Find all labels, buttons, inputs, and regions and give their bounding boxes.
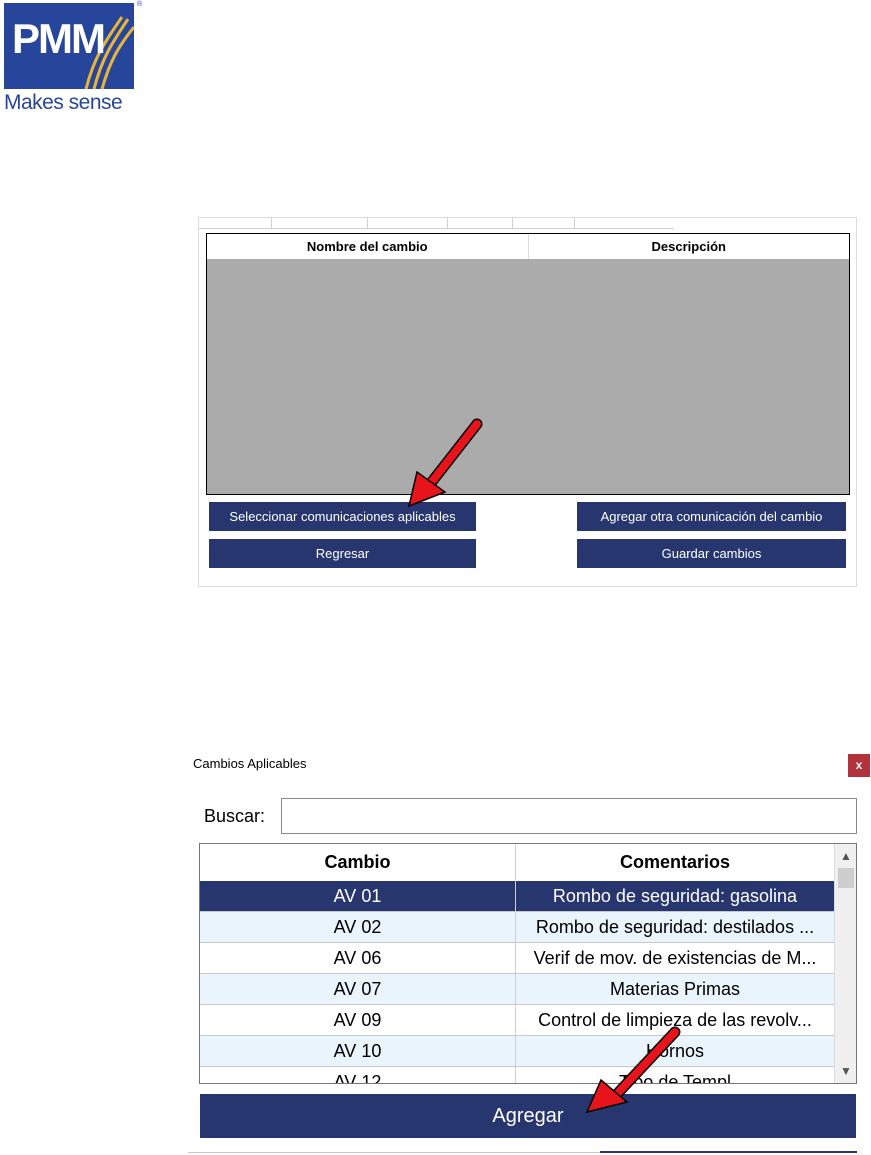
cell-cambio: AV 02	[200, 912, 516, 942]
column-header-descripcion[interactable]: Descripción	[529, 234, 850, 259]
scroll-thumb[interactable]	[838, 868, 854, 888]
table-row[interactable]: AV 06 Verif de mov. de existencias de M.…	[200, 943, 834, 974]
column-header-cambio[interactable]: Cambio	[200, 844, 516, 881]
divider	[188, 1152, 600, 1153]
close-icon[interactable]: x	[848, 754, 870, 777]
logo-box: PMM	[4, 3, 134, 89]
logo-registered-mark: ®	[137, 1, 143, 8]
add-other-communication-button[interactable]: Agregar otra comunicación del cambio	[577, 502, 846, 531]
changes-table: Nombre del cambio Descripción	[206, 233, 850, 495]
cell-comentarios: Materias Primas	[609, 979, 741, 999]
scroll-up-icon[interactable]: ▲	[835, 846, 856, 866]
column-header-nombre[interactable]: Nombre del cambio	[207, 234, 529, 259]
cell-cambio: AV 12	[200, 1067, 516, 1083]
logo-brand-text: PMM	[12, 15, 106, 62]
cell-comentarios: Rombo de seguridad: destilados ...	[535, 917, 815, 937]
tab-2[interactable]	[271, 218, 368, 228]
cell-comentarios: Rombo de seguridad: gasolina	[552, 886, 798, 906]
table-row[interactable]: AV 01 Rombo de seguridad: gasolina	[200, 881, 834, 912]
logo-tagline: Makes sense	[4, 91, 123, 114]
annotation-arrow-icon	[407, 418, 483, 508]
changes-table-header: Nombre del cambio Descripción	[207, 234, 849, 259]
table-row[interactable]: AV 09 Control de limpieza de las revolv.…	[200, 1005, 834, 1036]
tab-5[interactable]	[512, 218, 575, 228]
add-button[interactable]: Agregar	[200, 1094, 856, 1138]
tab-3[interactable]	[367, 218, 448, 228]
applicable-changes-table: Cambio Comentarios AV 01 Rombo de seguri…	[199, 843, 857, 1084]
dialog-title: Cambios Aplicables	[193, 756, 307, 771]
changes-form-window: Nombre del cambio Descripción Selecciona…	[198, 217, 857, 587]
applicable-changes-header: Cambio Comentarios	[200, 844, 834, 882]
table-row[interactable]: AV 12 Tipo de Templ	[200, 1067, 834, 1083]
pmm-logo: PMM ® Makes sense	[4, 1, 142, 115]
cell-comentarios: Verif de mov. de existencias de M...	[533, 948, 817, 968]
vertical-scrollbar[interactable]: ▲ ▼	[834, 844, 856, 1083]
table-row[interactable]: AV 07 Materias Primas	[200, 974, 834, 1005]
tab-1[interactable]	[199, 218, 272, 228]
divider	[600, 1151, 857, 1153]
search-input[interactable]	[281, 798, 857, 834]
cell-cambio: AV 06	[200, 943, 516, 973]
tab-4[interactable]	[447, 218, 513, 228]
cell-cambio: AV 07	[200, 974, 516, 1004]
cell-cambio: AV 01	[200, 881, 516, 911]
search-label: Buscar:	[204, 806, 266, 826]
save-changes-button[interactable]: Guardar cambios	[577, 539, 846, 568]
changes-table-empty-body	[207, 259, 849, 494]
table-row[interactable]: AV 10 Hornos	[200, 1036, 834, 1067]
column-header-comentarios[interactable]: Comentarios	[516, 844, 834, 881]
cell-cambio: AV 09	[200, 1005, 516, 1035]
scroll-down-icon[interactable]: ▼	[835, 1061, 856, 1081]
tab-strip	[199, 218, 674, 229]
cell-cambio: AV 10	[200, 1036, 516, 1066]
table-row[interactable]: AV 02 Rombo de seguridad: destilados ...	[200, 912, 834, 943]
back-button[interactable]: Regresar	[209, 539, 476, 568]
table-rows: AV 01 Rombo de seguridad: gasolina AV 02…	[200, 881, 834, 1083]
annotation-arrow-icon	[585, 1026, 681, 1114]
